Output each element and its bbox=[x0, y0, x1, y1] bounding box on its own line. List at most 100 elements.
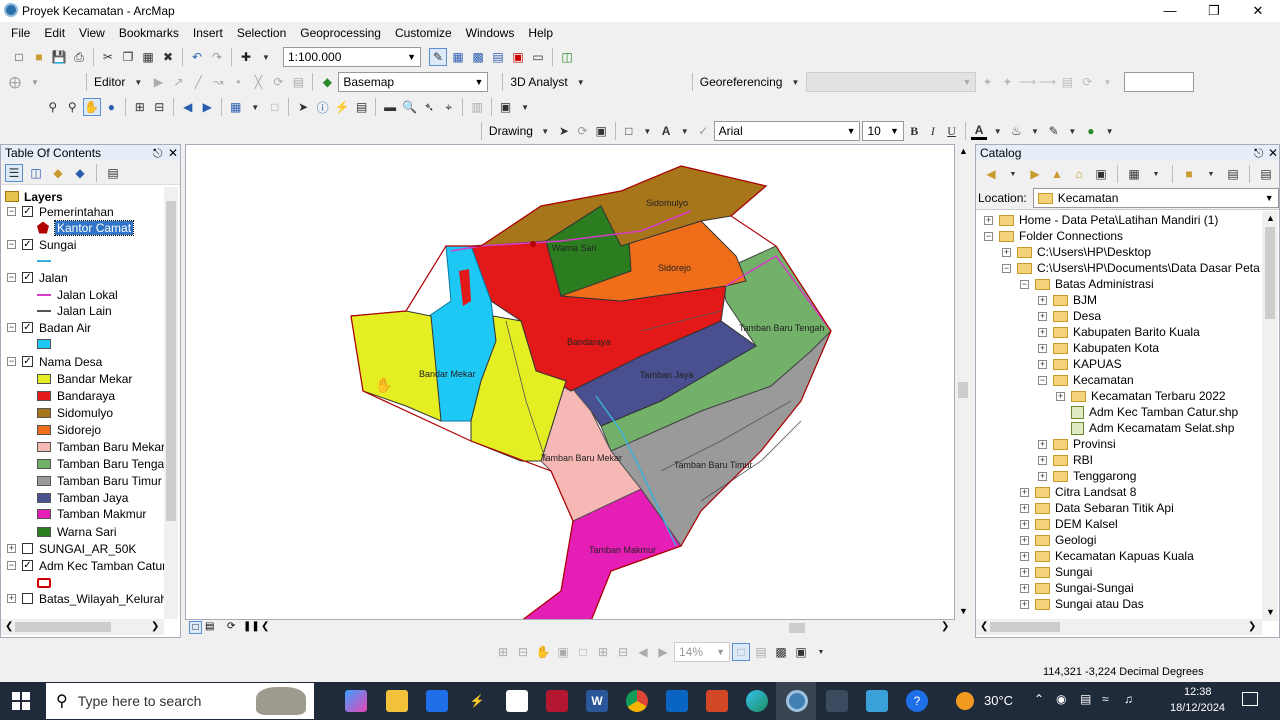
volume-icon[interactable]: ♫ bbox=[1124, 692, 1133, 706]
views-icon[interactable]: ▦ bbox=[1125, 165, 1143, 183]
windows-start-icon[interactable] bbox=[12, 692, 30, 710]
catalog-item[interactable]: + Sungai bbox=[1020, 564, 1092, 580]
scroll-right-icon[interactable]: ❯ bbox=[1248, 621, 1256, 632]
add-data-icon[interactable]: ✚ bbox=[237, 48, 255, 66]
expand-icon[interactable]: + bbox=[1038, 295, 1047, 305]
collapse-icon[interactable]: − bbox=[1038, 375, 1047, 385]
copilot-icon[interactable] bbox=[345, 690, 367, 712]
copy-icon[interactable]: ❐ bbox=[119, 48, 137, 66]
zoom-100-icon[interactable]: □ bbox=[574, 643, 592, 661]
fixed-zoom-out-icon[interactable]: ⊟ bbox=[151, 98, 169, 116]
georeferencing-menu[interactable]: Georeferencing bbox=[698, 75, 785, 89]
catalog-item[interactable]: + Sungai atau Das bbox=[1020, 596, 1144, 612]
zoom-out-icon[interactable]: ⚲ bbox=[64, 98, 82, 116]
toc-legend-item[interactable] bbox=[37, 335, 57, 352]
scroll-thumb[interactable] bbox=[166, 201, 176, 521]
toc-legend-item[interactable]: Tamban Baru Timur bbox=[37, 472, 162, 489]
fill-color-icon[interactable]: ♨ bbox=[1008, 122, 1025, 140]
back-arrow-icon[interactable]: ◀ bbox=[179, 98, 197, 116]
expand-icon[interactable]: + bbox=[7, 594, 16, 603]
font-size-combo[interactable]: 10 ▼ bbox=[862, 121, 904, 141]
zoom-whole-page-icon[interactable]: ▣ bbox=[554, 643, 572, 661]
pentagon-marker-icon[interactable] bbox=[37, 221, 49, 234]
clock-date[interactable]: 18/12/2024 bbox=[1170, 702, 1225, 714]
full-extent-icon[interactable]: ● bbox=[103, 98, 121, 116]
scroll-left-icon[interactable]: ❮ bbox=[261, 621, 269, 632]
chevron-down-icon[interactable]: ▼ bbox=[537, 122, 554, 140]
menu-item-windows[interactable]: Windows bbox=[459, 26, 522, 40]
paste-icon[interactable]: ▦ bbox=[139, 48, 157, 66]
toc-layer[interactable]: − ✓ Jalan bbox=[7, 269, 68, 286]
app-icon[interactable]: ⚡ bbox=[466, 690, 488, 712]
catalog-item[interactable]: + Kabupaten Kota bbox=[1038, 340, 1159, 356]
callout-icon[interactable]: ✓ bbox=[695, 122, 712, 140]
find-route-icon[interactable]: ➴ bbox=[420, 98, 438, 116]
tray-chevron-up-icon[interactable]: ⌃ bbox=[1034, 692, 1044, 706]
toc-layer[interactable]: + Batas_Wilayah_Kelurahar bbox=[7, 590, 178, 607]
chevron-down-icon[interactable]: ▼ bbox=[246, 98, 264, 116]
chevron-down-icon[interactable]: ▼ bbox=[1147, 165, 1165, 183]
map-view[interactable]: ✋ Sidomulyo Warna Sari Sidorejo Tamban Baru… bbox=[185, 144, 955, 620]
menu-item-insert[interactable]: Insert bbox=[186, 26, 230, 40]
layer-visibility-checkbox[interactable]: ✓ bbox=[22, 239, 33, 250]
chevron-down-icon[interactable]: ▼ bbox=[1064, 122, 1081, 140]
pin-icon[interactable]: ⎋ bbox=[153, 145, 163, 161]
catalog-item[interactable]: − Kecamatan bbox=[1038, 372, 1134, 388]
expand-icon[interactable]: + bbox=[1020, 519, 1029, 529]
edge-icon[interactable] bbox=[746, 690, 768, 712]
scroll-thumb[interactable] bbox=[958, 382, 968, 398]
collapse-icon[interactable]: − bbox=[7, 323, 16, 332]
notification-icon[interactable] bbox=[1242, 692, 1258, 706]
pan-page-icon[interactable]: ✋ bbox=[534, 643, 552, 661]
chevron-down-icon[interactable]: ▼ bbox=[1101, 122, 1118, 140]
toc-legend-item[interactable]: Kantor Camat bbox=[37, 219, 135, 236]
layer-visibility-checkbox[interactable]: ✓ bbox=[22, 322, 33, 333]
catalog-item[interactable]: − Batas Administrasi bbox=[1020, 276, 1154, 292]
chevron-down-icon[interactable]: ▼ bbox=[257, 48, 275, 66]
scroll-left-icon[interactable]: ❮ bbox=[5, 621, 13, 632]
chevron-down-icon[interactable]: ▼ bbox=[639, 122, 656, 140]
layer-visibility-checkbox[interactable]: ✓ bbox=[22, 206, 33, 217]
zoom-in-page-icon[interactable]: ⊞ bbox=[494, 643, 512, 661]
dropbox-icon[interactable] bbox=[426, 690, 448, 712]
print-icon[interactable]: ⎙ bbox=[70, 48, 88, 66]
options-icon[interactable]: ▤ bbox=[104, 164, 122, 182]
catalog-item[interactable]: + Provinsi bbox=[1038, 436, 1116, 452]
catalog-icon[interactable]: ▤ bbox=[489, 48, 507, 66]
layout-view-icon[interactable]: ▤ bbox=[205, 621, 214, 632]
toc-legend-item[interactable]: Tamban Jaya bbox=[37, 489, 128, 506]
legend-swatch[interactable] bbox=[37, 373, 51, 384]
select-elements-icon[interactable]: ➤ bbox=[556, 122, 573, 140]
scroll-thumb[interactable] bbox=[1265, 227, 1275, 319]
scroll-thumb[interactable] bbox=[990, 622, 1060, 632]
font-color-button[interactable]: A bbox=[970, 122, 988, 140]
chevron-down-icon[interactable]: ▼ bbox=[786, 73, 804, 91]
toc-legend-item[interactable]: Bandaraya bbox=[37, 387, 115, 404]
data-view-icon[interactable]: □ bbox=[189, 621, 202, 634]
close-icon[interactable]: ✕ bbox=[168, 145, 178, 161]
open-folder-icon[interactable]: ■ bbox=[30, 48, 48, 66]
scroll-right-icon[interactable]: ❯ bbox=[941, 621, 949, 632]
chevron-down-icon[interactable]: ▼ bbox=[1202, 165, 1220, 183]
home-icon[interactable]: ⌂ bbox=[1070, 165, 1088, 183]
menu-item-selection[interactable]: Selection bbox=[230, 26, 293, 40]
forward-arrow-icon[interactable]: ▶ bbox=[199, 98, 217, 116]
collapse-icon[interactable]: − bbox=[984, 231, 993, 241]
toc-legend-item[interactable]: Jalan Lain bbox=[37, 302, 112, 319]
expand-icon[interactable]: + bbox=[1020, 551, 1029, 561]
chevron-down-icon[interactable]: ▼ bbox=[26, 73, 44, 91]
close-icon[interactable]: ✕ bbox=[1268, 145, 1278, 161]
expand-icon[interactable]: + bbox=[1020, 503, 1029, 513]
legend-swatch[interactable] bbox=[37, 458, 51, 469]
catalog-item[interactable]: + Kabupaten Barito Kuala bbox=[1038, 324, 1200, 340]
catalog-item[interactable]: Adm Kecamatam Selat.shp bbox=[1056, 420, 1234, 436]
toc-legend-item[interactable]: Bandar Mekar bbox=[37, 370, 132, 387]
expand-icon[interactable]: + bbox=[1020, 599, 1029, 609]
toggle-draft-mode-icon[interactable]: □ bbox=[732, 643, 750, 661]
html-popup-icon[interactable]: ▤ bbox=[353, 98, 371, 116]
clock-time[interactable]: 12:38 bbox=[1184, 686, 1212, 698]
delete-icon[interactable]: ✖ bbox=[159, 48, 177, 66]
catalog-item[interactable]: + Desa bbox=[1038, 308, 1101, 324]
catalog-item[interactable]: − C:\Users\HP\Documents\Data Dasar Peta bbox=[1002, 260, 1260, 276]
chevron-down-icon[interactable]: ▼ bbox=[812, 643, 830, 661]
